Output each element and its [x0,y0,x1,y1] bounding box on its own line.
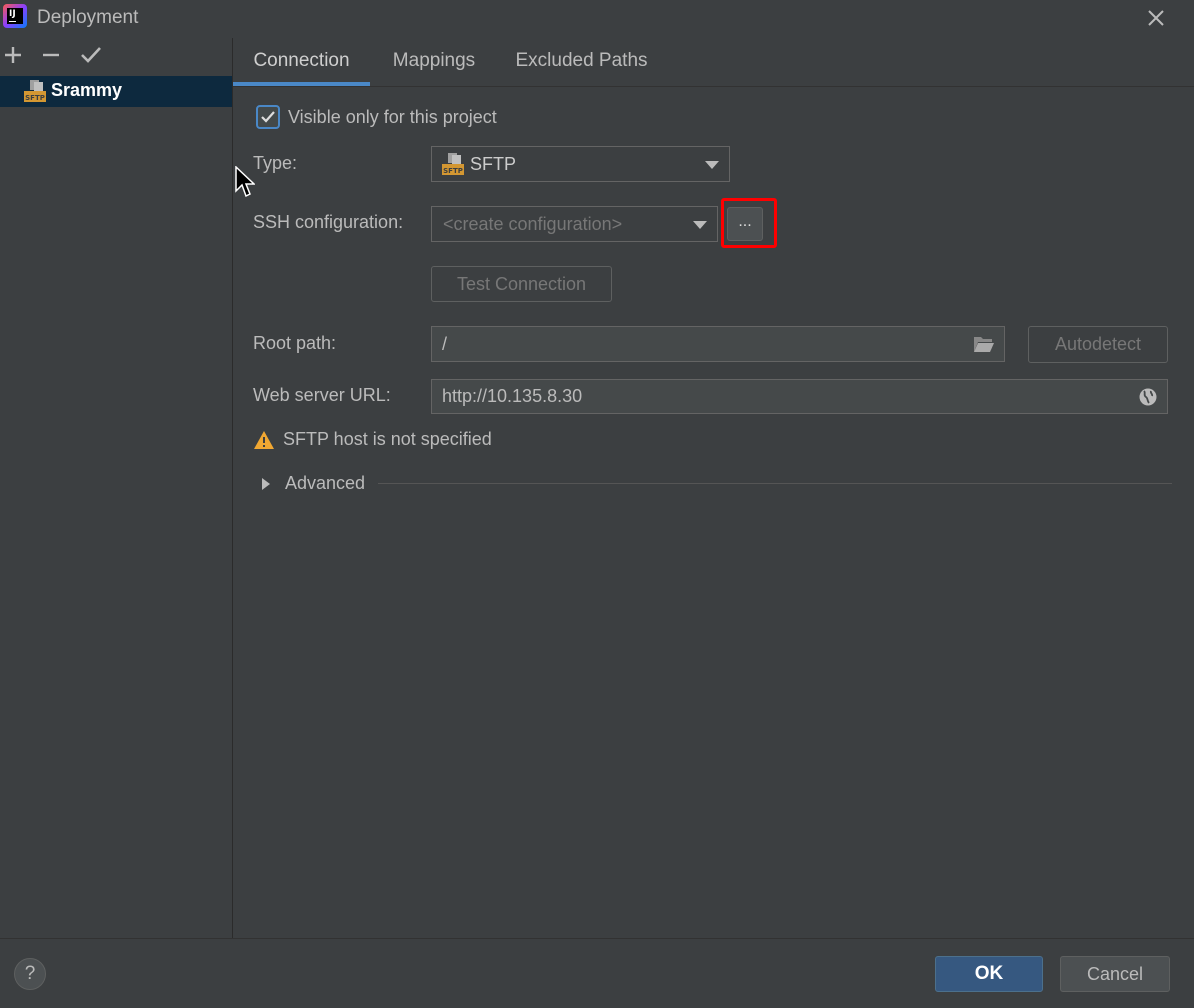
server-name: Srammy [51,80,123,100]
globe-icon[interactable] [1138,387,1158,407]
minus-icon[interactable] [40,44,62,66]
autodetect-button[interactable]: Autodetect [1028,326,1168,363]
chevron-down-icon [693,221,707,229]
tab-connection[interactable]: Connection [233,38,370,86]
sftp-server-icon: SFTP [24,80,46,102]
test-connection-button[interactable]: Test Connection [431,266,612,302]
highlight-annotation [721,198,777,248]
server-item-srammy[interactable]: SFTP Srammy [0,76,232,107]
ssh-config-placeholder: <create configuration> [443,214,623,234]
tab-bar: Connection Mappings Excluded Paths [233,38,1194,87]
web-url-value: http://10.135.8.30 [442,386,583,406]
help-button[interactable]: ? [14,958,46,990]
advanced-separator [378,483,1172,484]
server-list-panel: SFTP Srammy [0,38,233,938]
type-value: SFTP [470,154,517,174]
root-path-field[interactable]: / [431,326,1005,362]
warning-icon [253,430,275,450]
ssh-config-combobox[interactable]: <create configuration> [431,206,718,242]
footer-divider [0,938,1194,939]
mouse-pointer-icon [235,165,256,198]
visible-only-checkbox[interactable] [256,105,280,129]
ok-button[interactable]: OK [935,956,1043,992]
advanced-section-toggle[interactable]: Advanced [285,473,365,494]
sftp-type-icon: SFTP [442,153,464,175]
folder-icon[interactable] [973,334,995,354]
cancel-button[interactable]: Cancel [1060,956,1170,992]
tab-mappings[interactable]: Mappings [379,38,489,86]
server-list: SFTP Srammy [0,76,232,107]
root-path-value: / [442,334,448,354]
intellij-logo-icon: IJ [3,4,27,28]
visible-only-label[interactable]: Visible only for this project [288,107,497,128]
warning-message: SFTP host is not specified [283,429,492,449]
svg-text:SFTP: SFTP [443,167,463,175]
svg-text:SFTP: SFTP [25,94,45,102]
web-url-label: Web server URL: [253,385,391,405]
type-combobox[interactable]: SFTP SFTP [431,146,730,182]
web-url-field[interactable]: http://10.135.8.30 [431,379,1168,414]
tab-excluded-paths[interactable]: Excluded Paths [509,38,654,86]
window-title: Deployment [37,7,139,28]
expand-arrow-icon[interactable] [260,475,272,490]
chevron-down-icon [705,161,719,169]
plus-icon[interactable] [2,44,24,66]
check-icon[interactable] [80,44,102,66]
type-label: Type: [253,153,298,173]
panel-divider [232,38,233,938]
title-bar [0,0,1194,38]
root-path-label: Root path: [253,333,337,353]
ssh-config-label: SSH configuration: [253,212,404,232]
close-icon[interactable] [1143,5,1169,31]
